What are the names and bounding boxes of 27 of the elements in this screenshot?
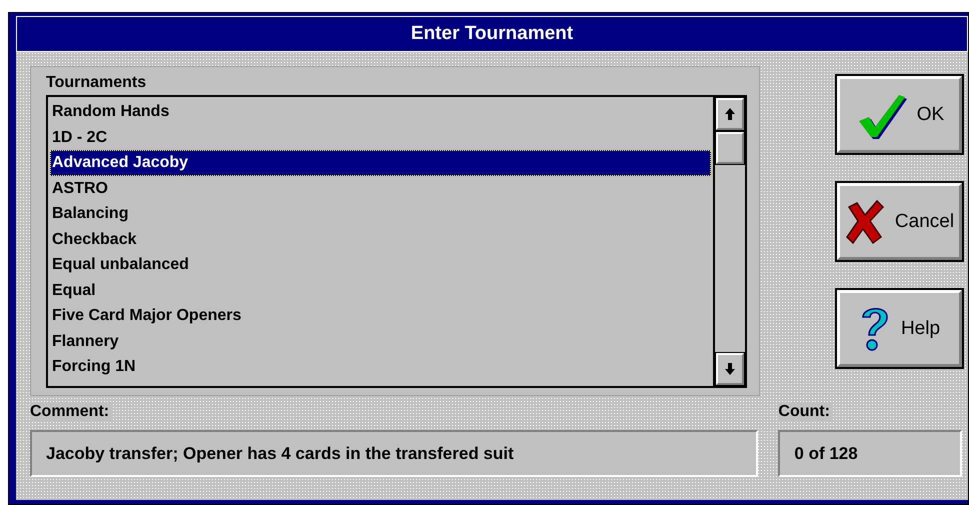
list-item[interactable]: Equal unbalanced — [50, 252, 711, 278]
list-item[interactable]: Forcing 1N — [50, 354, 711, 380]
list-item[interactable]: Random Hands — [50, 99, 711, 124]
scroll-up-button[interactable] — [716, 98, 744, 130]
scroll-thumb[interactable] — [716, 132, 744, 164]
list-item[interactable]: ASTRO — [50, 176, 711, 201]
scroll-down-button[interactable] — [716, 353, 744, 385]
window-title: Enter Tournament — [16, 16, 968, 52]
up-arrow-icon — [725, 108, 735, 120]
help-button[interactable]: Help — [837, 290, 962, 367]
down-arrow-icon — [725, 363, 735, 375]
ok-button[interactable]: OK — [837, 76, 962, 153]
list-item[interactable]: Equal — [50, 278, 711, 303]
count-label: Count: — [778, 402, 833, 422]
list-item[interactable]: Flannery — [50, 328, 711, 354]
cancel-button[interactable]: Cancel — [837, 183, 962, 260]
list-item[interactable]: Advanced Jacoby — [50, 150, 711, 176]
tournaments-list[interactable]: Random Hands 1D - 2C Advanced Jacoby ASTRO Balancing Checkback Equal unbalanced Equal Five Card Major Openers Flannery Forcing 1N — [46, 95, 747, 388]
comment-label: Comment: — [30, 402, 112, 422]
list-item[interactable]: 1D - 2C — [50, 124, 711, 150]
list-item[interactable]: Balancing — [50, 201, 711, 226]
list-item[interactable]: Five Card Major Openers — [50, 303, 711, 328]
list-item[interactable]: Checkback — [50, 226, 711, 252]
count-field: 0 of 128 — [778, 430, 962, 477]
cross-icon — [844, 198, 885, 244]
comment-field: Jacoby transfer; Opener has 4 cards in the transfered suit — [30, 430, 758, 477]
tournaments-label: Tournaments — [46, 73, 148, 93]
